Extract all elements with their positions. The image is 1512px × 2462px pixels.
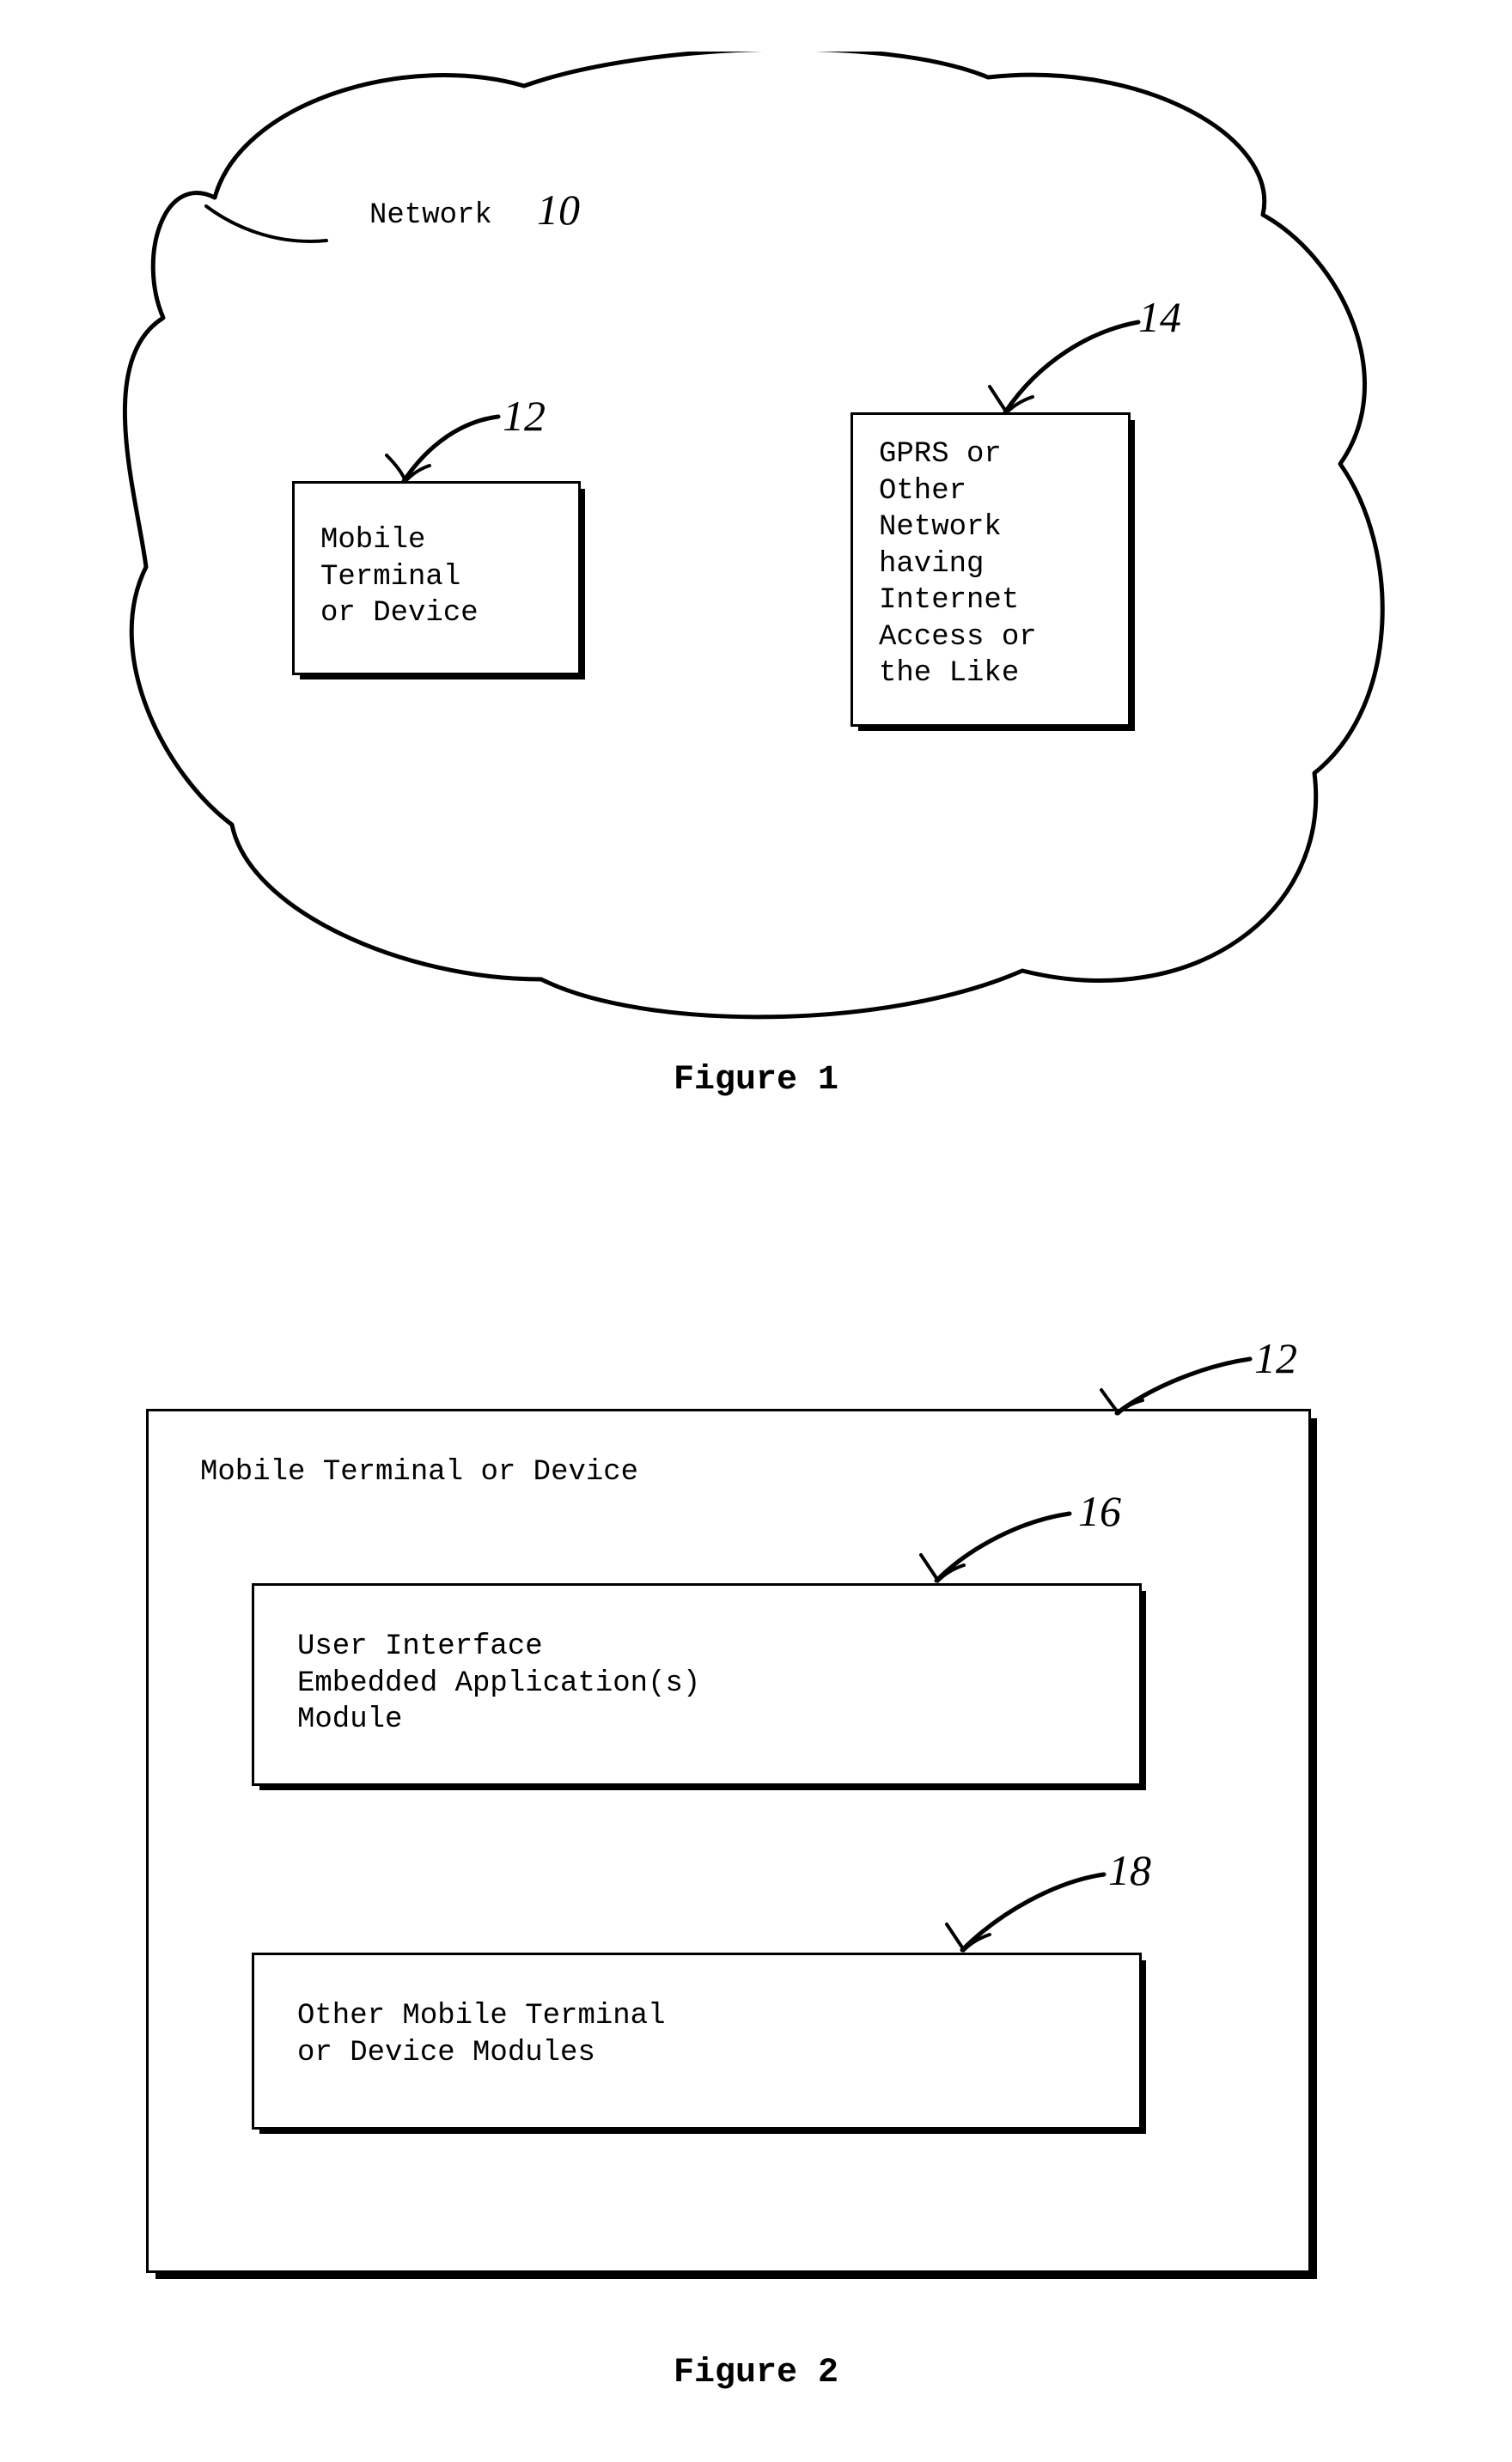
box-outer-12: Mobile Terminal or Device User Interface… [146, 1409, 1311, 2273]
network-label: Network [369, 198, 492, 235]
box-12-text: Mobile Terminal or Device [320, 522, 479, 632]
box-16-text: User Interface Embedded Application(s) M… [297, 1629, 700, 1739]
ref-18: 18 [1108, 1845, 1151, 1895]
network-ref-10: 10 [537, 185, 580, 235]
ref-16: 16 [1078, 1486, 1121, 1536]
ref-outer-12: 12 [1254, 1333, 1297, 1383]
figure-1-caption: Figure 1 [112, 1061, 1400, 1117]
box-18-text: Other Mobile Terminal or Device Modules [297, 1998, 665, 2071]
figure-2: Mobile Terminal or Device User Interface… [112, 1323, 1400, 2440]
leader-14 [971, 301, 1160, 421]
figure-2-caption: Figure 2 [112, 2354, 1400, 2392]
page: Network 10 Mobile Terminal or Device 12 … [0, 0, 1512, 2462]
outer-title: Mobile Terminal or Device [200, 1454, 638, 1491]
figure-1: Network 10 Mobile Terminal or Device 12 … [112, 52, 1400, 1108]
box-mobile-terminal-12: Mobile Terminal or Device [292, 481, 581, 675]
box-other-modules-18: Other Mobile Terminal or Device Modules [252, 1953, 1142, 2130]
ref-12: 12 [503, 391, 546, 441]
box-gprs-14: GPRS or Other Network having Internet Ac… [850, 412, 1131, 727]
box-ui-module-16: User Interface Embedded Application(s) M… [252, 1583, 1142, 1786]
box-14-text: GPRS or Other Network having Internet Ac… [879, 436, 1037, 692]
ref-14: 14 [1138, 292, 1181, 342]
